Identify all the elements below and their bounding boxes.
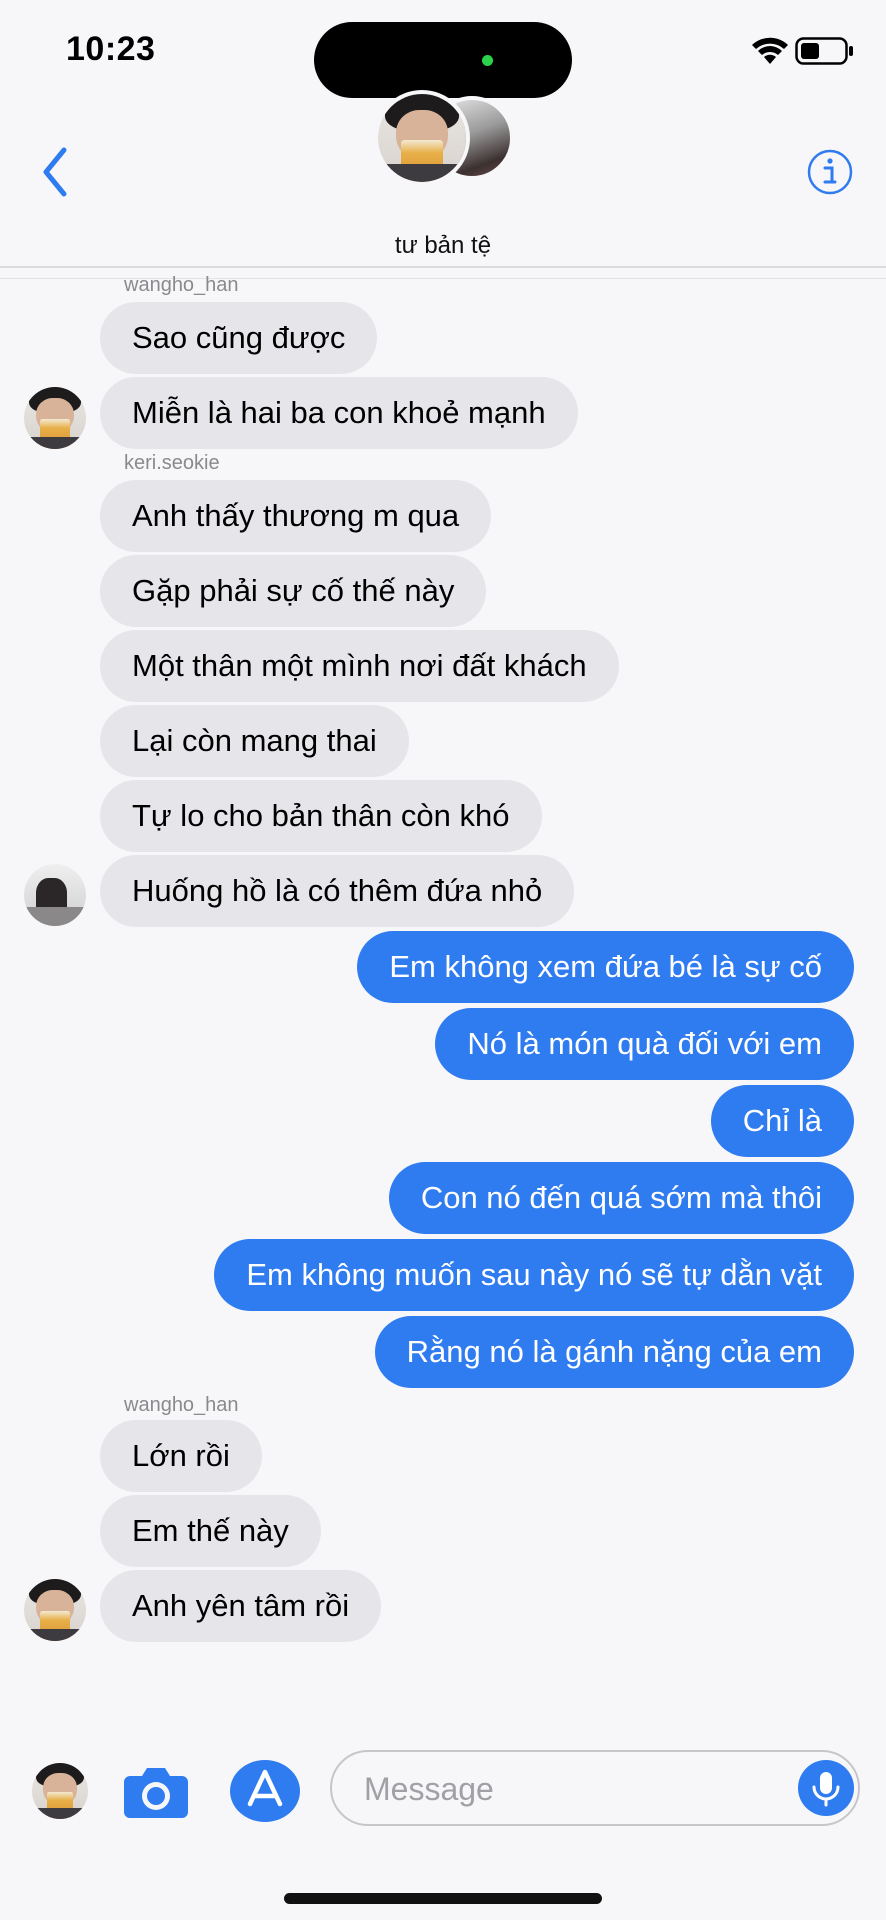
message-input[interactable]	[362, 1752, 766, 1826]
outgoing-message[interactable]: Rằng nó là gánh nặng của em	[374, 1316, 854, 1388]
app-store-icon[interactable]	[228, 1758, 302, 1824]
microphone-button[interactable]	[798, 1760, 854, 1816]
sender-avatar[interactable]	[24, 1579, 86, 1641]
camera-icon[interactable]	[122, 1762, 190, 1820]
group-name[interactable]: tư bản tệ	[0, 232, 886, 260]
battery-icon	[795, 37, 853, 65]
microphone-icon	[812, 1772, 840, 1807]
sender-avatar[interactable]	[24, 387, 86, 449]
conversation-header: tư bản tệ	[0, 90, 886, 280]
outgoing-message[interactable]: Em không muốn sau này nó sẽ tự dằn vặt	[214, 1239, 854, 1311]
sender-name: wangho_han	[124, 274, 239, 296]
header-divider	[0, 266, 886, 268]
outgoing-message[interactable]: Em không xem đứa bé là sự cố	[357, 931, 854, 1003]
wifi-icon	[752, 37, 788, 64]
status-bar: 10:23	[0, 0, 886, 100]
incoming-message[interactable]: Lớn rồi	[100, 1420, 262, 1492]
sender-name: wangho_han	[124, 1394, 239, 1416]
incoming-message[interactable]: Em thế này	[100, 1495, 321, 1567]
incoming-message[interactable]: Miễn là hai ba con khoẻ mạnh	[100, 377, 578, 449]
outgoing-message[interactable]: Nó là món quà đối với em	[435, 1008, 854, 1080]
dynamic-island	[314, 22, 572, 98]
incoming-message[interactable]: Tự lo cho bản thân còn khó	[100, 780, 542, 852]
info-circle-icon[interactable]	[806, 148, 854, 196]
incoming-message[interactable]: Gặp phải sự cố thế này	[100, 555, 487, 627]
outgoing-message[interactable]: Chỉ là	[710, 1085, 854, 1157]
chevron-left-icon[interactable]	[36, 142, 76, 202]
incoming-message[interactable]: Anh yên tâm rồi	[100, 1570, 382, 1642]
incoming-message[interactable]: Một thân một mình nơi đất khách	[100, 630, 619, 702]
camera-indicator-dot	[482, 55, 493, 66]
incoming-message[interactable]: Lại còn mang thai	[100, 705, 409, 777]
status-time: 10:23	[66, 30, 156, 68]
sender-avatar[interactable]	[24, 864, 86, 926]
incoming-message[interactable]: Anh thấy thương m qua	[100, 480, 492, 552]
outgoing-message[interactable]: Con nó đến quá sớm mà thôi	[388, 1162, 854, 1234]
group-avatar[interactable]	[374, 90, 470, 186]
memoji-avatar-button[interactable]	[32, 1763, 88, 1819]
incoming-message[interactable]: Huống hồ là có thêm đứa nhỏ	[100, 855, 575, 927]
message-field[interactable]	[330, 1750, 860, 1826]
incoming-message[interactable]: Sao cũng được	[100, 302, 378, 374]
home-indicator[interactable]	[284, 1893, 602, 1904]
sender-name: keri.seokie	[124, 452, 220, 474]
